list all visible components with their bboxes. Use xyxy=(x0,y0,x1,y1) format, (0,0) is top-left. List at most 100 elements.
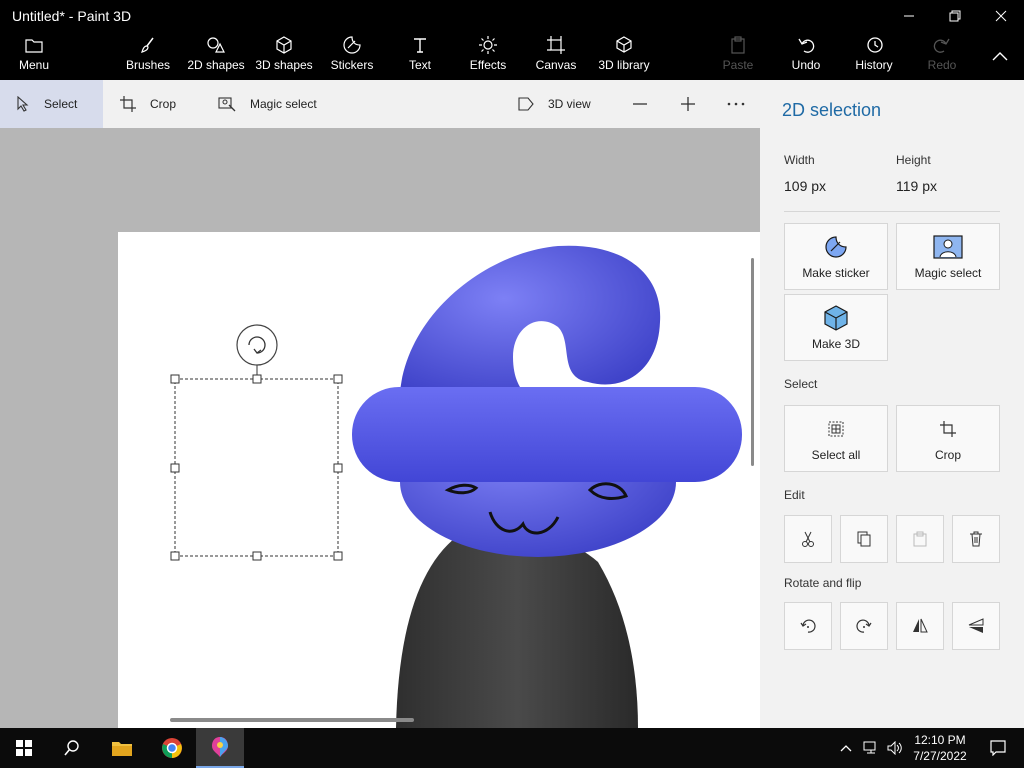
redo-button[interactable]: Redo xyxy=(922,32,962,80)
select-all-label: Select all xyxy=(811,447,861,462)
crop-label: Crop xyxy=(934,447,961,462)
tool-effects-label: Effects xyxy=(469,58,507,72)
width-value[interactable]: 109 px xyxy=(784,178,826,194)
rotate-right-button[interactable] xyxy=(840,602,888,650)
copy-button[interactable] xyxy=(840,515,888,563)
main-toolbar: Menu Brushes 2D shapes 3D shapes Sticker… xyxy=(0,32,1024,80)
paste-icon xyxy=(913,531,927,547)
selection-box[interactable] xyxy=(174,378,339,557)
magic-select-button[interactable]: Magic select xyxy=(896,223,1000,290)
minimize-button[interactable] xyxy=(886,0,932,32)
tool-stickers-label: Stickers xyxy=(330,58,374,72)
tool-brushes[interactable]: Brushes xyxy=(120,32,176,80)
selection-handles[interactable] xyxy=(170,374,343,561)
speaker-icon xyxy=(887,741,902,755)
cursor-icon xyxy=(17,96,29,112)
more-options-button[interactable] xyxy=(726,80,746,128)
minimize-icon xyxy=(904,15,914,17)
brush-icon xyxy=(141,37,154,53)
collapse-toolbar-button[interactable] xyxy=(986,32,1014,80)
notifications-button[interactable] xyxy=(978,728,1018,768)
undo-label: Undo xyxy=(791,58,821,72)
paint-3d-icon xyxy=(212,737,228,757)
volume-button[interactable] xyxy=(884,728,906,768)
crop-icon xyxy=(940,420,956,437)
3d-library-icon xyxy=(616,36,632,53)
tool-brushes-label: Brushes xyxy=(125,58,171,72)
3d-view-button[interactable]: 3D view xyxy=(518,80,591,128)
tool-stickers[interactable]: Stickers xyxy=(326,32,378,80)
horizontal-scrollbar[interactable] xyxy=(170,718,414,722)
magic-select-tool-button[interactable]: Magic select xyxy=(218,80,317,128)
cut-button[interactable] xyxy=(784,515,832,563)
select-section-label: Select xyxy=(784,377,818,391)
history-icon xyxy=(867,37,883,53)
panel-divider xyxy=(784,211,1000,212)
crop-button[interactable]: Crop xyxy=(896,405,1000,472)
height-value[interactable]: 119 px xyxy=(896,178,937,194)
more-icon xyxy=(727,102,745,106)
search-button[interactable] xyxy=(48,728,96,768)
paste-panel-button[interactable] xyxy=(896,515,944,563)
tool-2d-shapes[interactable]: 2D shapes xyxy=(186,32,246,80)
taskbar-clock[interactable]: 12:10 PM 7/27/2022 xyxy=(908,732,972,764)
restore-button[interactable] xyxy=(932,0,978,32)
chrome-button[interactable] xyxy=(148,728,196,768)
search-icon xyxy=(64,740,79,756)
tool-effects[interactable]: Effects xyxy=(464,32,512,80)
make-sticker-label: Make sticker xyxy=(802,265,870,280)
zoom-out-button[interactable] xyxy=(630,80,650,128)
rotate-left-icon xyxy=(800,619,816,633)
tool-2d-shapes-label: 2D shapes xyxy=(187,58,245,72)
magic-select-tool-label: Magic select xyxy=(250,97,317,111)
show-hidden-icons-button[interactable] xyxy=(836,728,856,768)
window-title: Untitled* - Paint 3D xyxy=(12,8,132,24)
crop-tool-button[interactable]: Crop xyxy=(120,80,176,128)
vertical-scrollbar[interactable] xyxy=(751,258,754,466)
delete-button[interactable] xyxy=(952,515,1000,563)
panel-title: 2D selection xyxy=(782,100,882,120)
paste-icon xyxy=(731,36,745,54)
flip-horizontal-icon xyxy=(913,618,928,633)
paint-3d-taskbar-button[interactable] xyxy=(196,728,244,768)
flip-vertical-icon xyxy=(968,618,984,633)
copy-icon xyxy=(857,531,871,547)
drawing-canvas[interactable] xyxy=(118,232,760,728)
rotate-left-button[interactable] xyxy=(784,602,832,650)
sun-icon xyxy=(479,36,497,54)
history-button[interactable]: History xyxy=(850,32,898,80)
canvas-workspace[interactable] xyxy=(0,128,760,728)
height-label: Height xyxy=(896,153,931,167)
undo-button[interactable]: Undo xyxy=(784,32,828,80)
start-button[interactable] xyxy=(0,728,48,768)
clock-time: 12:10 PM xyxy=(914,733,966,747)
make-sticker-button[interactable]: Make sticker xyxy=(784,223,888,290)
history-label: History xyxy=(855,58,893,72)
rotate-handle[interactable] xyxy=(236,324,278,366)
zoom-in-button[interactable] xyxy=(678,80,698,128)
tool-3d-library-label: 3D library xyxy=(598,58,650,72)
hat-band xyxy=(352,387,742,482)
plus-icon xyxy=(681,97,695,111)
make-3d-button[interactable]: Make 3D xyxy=(784,294,888,361)
paste-button[interactable]: Paste xyxy=(716,32,760,80)
notification-icon xyxy=(990,740,1006,756)
select-all-button[interactable]: Select all xyxy=(784,405,888,472)
flip-horizontal-button[interactable] xyxy=(896,602,944,650)
close-button[interactable] xyxy=(978,0,1024,32)
select-tool-label: Select xyxy=(44,97,78,111)
select-tool-button[interactable]: Select xyxy=(0,80,103,128)
tool-3d-shapes[interactable]: 3D shapes xyxy=(254,32,314,80)
menu-button[interactable]: Menu xyxy=(10,32,58,80)
tool-text[interactable]: Text xyxy=(396,32,444,80)
flip-vertical-button[interactable] xyxy=(952,602,1000,650)
canvas-drawing xyxy=(170,245,742,728)
redo-icon xyxy=(933,38,950,53)
network-button[interactable] xyxy=(860,728,882,768)
paste-label: Paste xyxy=(722,58,754,72)
width-label: Width xyxy=(784,153,815,167)
3d-view-label: 3D view xyxy=(548,97,591,111)
file-explorer-button[interactable] xyxy=(98,728,146,768)
tool-canvas[interactable]: Canvas xyxy=(532,32,580,80)
tool-3d-library[interactable]: 3D library xyxy=(594,32,654,80)
